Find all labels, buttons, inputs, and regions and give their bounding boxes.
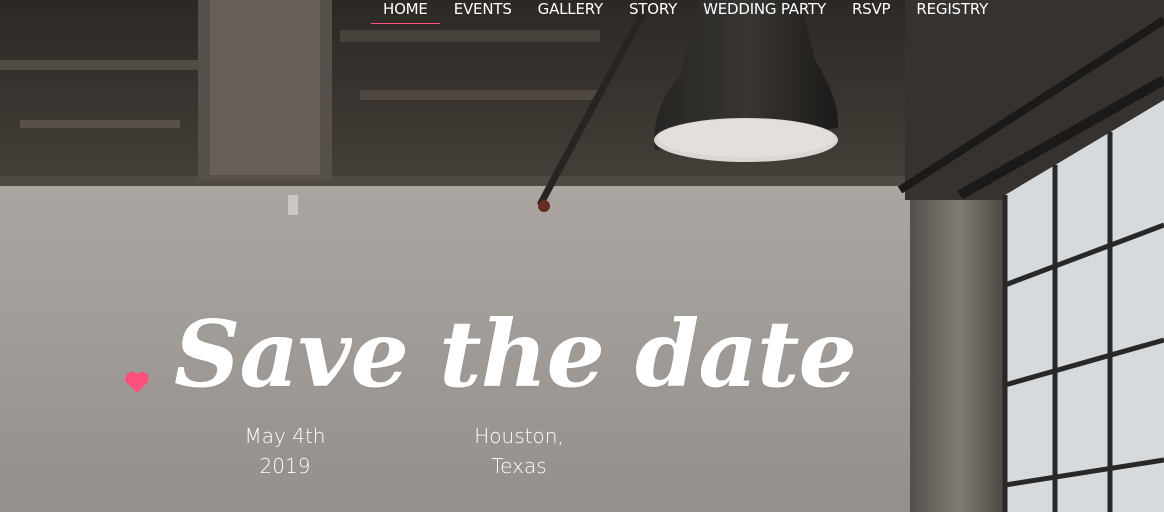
nav-item-registry[interactable]: REGISTRY — [903, 0, 1001, 22]
nav-item-story[interactable]: STORY — [616, 0, 690, 22]
main-nav: HOME EVENTS GALLERY STORY WEDDING PARTY … — [370, 0, 1001, 24]
save-the-date-title: Save the date — [174, 300, 857, 408]
industrial-loft-photo — [0, 0, 1164, 512]
nav-item-home[interactable]: HOME — [370, 0, 441, 24]
nav-item-rsvp[interactable]: RSVP — [839, 0, 903, 22]
nav-item-gallery[interactable]: GALLERY — [525, 0, 616, 22]
event-date: May 4th 2019 — [225, 421, 345, 481]
date-line-2: 2019 — [259, 454, 311, 478]
hero-background — [0, 0, 1164, 512]
location-line-2: Texas — [491, 454, 547, 478]
event-location: Houston, Texas — [459, 421, 579, 481]
heart-icon — [125, 371, 149, 393]
nav-item-events[interactable]: EVENTS — [441, 0, 525, 22]
date-line-1: May 4th — [244, 424, 326, 448]
location-line-1: Houston, — [474, 424, 564, 448]
nav-item-wedding-party[interactable]: WEDDING PARTY — [690, 0, 839, 22]
